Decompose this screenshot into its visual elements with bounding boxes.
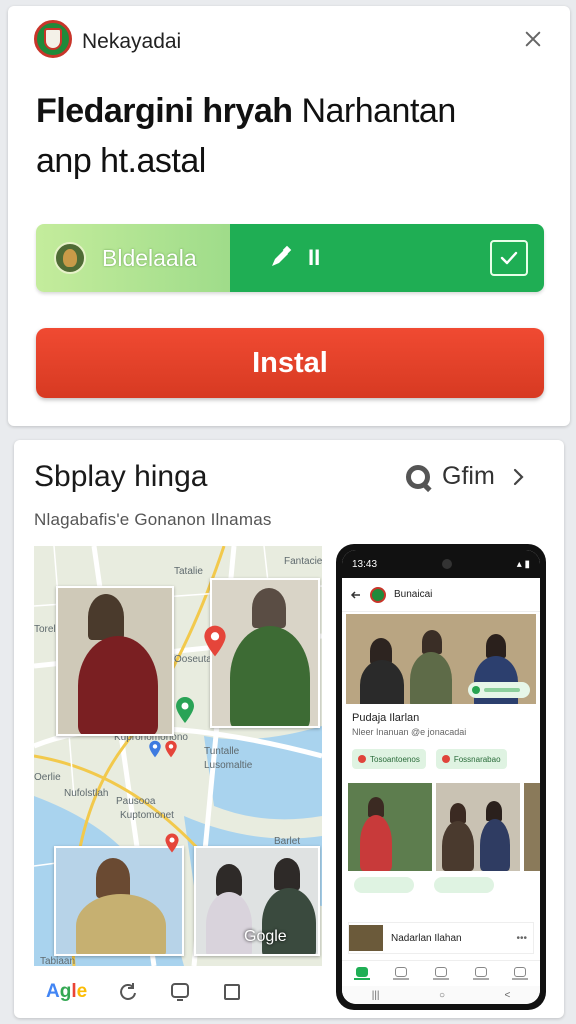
headline-rest: Narhantan <box>292 92 456 130</box>
confirm-checkbox[interactable] <box>490 240 528 276</box>
map-label: Fantacie <box>284 556 322 567</box>
photo-person-3 <box>54 846 184 956</box>
tab-messages[interactable] <box>472 967 489 980</box>
phone-tab-bar <box>342 960 540 986</box>
pin-icon <box>358 755 366 763</box>
status-time: 13:43 <box>352 558 378 570</box>
tabs-icon[interactable] <box>221 981 243 1003</box>
list-item-title: Nadarlan Ilahan <box>391 932 462 944</box>
pen-icon <box>272 245 292 266</box>
google-watermark: Gogle <box>244 928 287 945</box>
browser-bar: Agle <box>34 972 334 1012</box>
search-icon <box>406 464 430 489</box>
progress-tool[interactable]: II <box>266 244 320 272</box>
map-label: Tabiaan <box>40 956 76 966</box>
google-logo[interactable]: Agle <box>46 981 87 1003</box>
map-label: Torel <box>34 624 56 635</box>
tab-home[interactable] <box>353 967 370 980</box>
headline: Fledargini hryah Narhantan anp ht.astal <box>36 86 556 186</box>
map-pin-icon[interactable] <box>148 740 162 758</box>
more-icon[interactable]: ••• <box>516 933 533 944</box>
post-subtitle: Nleer Inanuan @e jonacadai <box>352 727 467 737</box>
progress-fill: Bldelaala <box>36 224 230 292</box>
shield-icon <box>434 967 447 977</box>
map-pin-icon[interactable] <box>174 696 196 724</box>
chip[interactable]: Fossnarabao <box>435 749 507 769</box>
post-title: Pudaja Ilarlan <box>352 712 420 724</box>
screenshots-card: Sbplay hinga Gfim Nlagabafis'e Gonanon I… <box>14 440 564 1018</box>
refresh-icon[interactable] <box>117 981 139 1003</box>
gallery-caption <box>354 877 414 893</box>
gallery-caption <box>434 877 494 893</box>
install-card: Nekayadai Fledargini hryah Narhantan anp… <box>8 6 570 426</box>
photo-gallery <box>348 783 540 901</box>
map-label: Pausooa <box>116 796 156 807</box>
back-button[interactable]: < <box>504 990 510 1001</box>
tab-saved[interactable] <box>432 967 449 980</box>
chat-icon[interactable] <box>169 981 191 1003</box>
headline-line2: anp ht.astal <box>36 142 206 180</box>
close-button[interactable] <box>518 24 548 54</box>
home-button[interactable]: ○ <box>439 990 445 1001</box>
phone-screenshot[interactable]: 13:43 ▴ ▮ Bunaicai Pudaja Ilarlan Nleer … <box>336 544 546 1010</box>
map-screenshot[interactable]: Tatalie Fantacie Torel Ooseuta Kupronomo… <box>34 546 322 966</box>
hero-photo[interactable] <box>346 614 536 704</box>
avatar <box>54 242 86 274</box>
close-icon <box>525 31 541 47</box>
install-button[interactable]: Instal <box>36 328 544 398</box>
tab-profile[interactable] <box>512 967 529 980</box>
checkmark-icon <box>500 251 518 265</box>
map-label: Nufolstlah <box>64 788 109 799</box>
map-label: Oerlie <box>34 772 61 783</box>
section-title: Sbplay hinga <box>34 460 208 493</box>
section-more-link[interactable]: Gfim <box>406 462 529 491</box>
chip[interactable]: Tosoantoenos <box>352 749 426 769</box>
signal-icon: ▴ ▮ <box>516 558 530 570</box>
chip-row: Tosoantoenos Fossnarabao <box>352 749 540 769</box>
progress-remaining: II <box>230 224 544 292</box>
camera-icon <box>441 559 452 569</box>
gallery-photo[interactable] <box>524 783 540 871</box>
section-subtitle: Nlagabafis'e Gonanon Ilnamas <box>34 510 272 529</box>
status-bar: 13:43 ▴ ▮ <box>342 550 540 578</box>
map-label: Kuptomonet <box>120 810 174 821</box>
tab-explore[interactable] <box>393 967 410 980</box>
phone-app-header: Bunaicai <box>342 578 540 612</box>
list-item[interactable]: Nadarlan Ilahan ••• <box>348 922 534 954</box>
map-pin-icon[interactable] <box>164 740 178 758</box>
app-logo-icon <box>34 20 72 58</box>
progress-label: Bldelaala <box>102 244 197 271</box>
gallery-photo[interactable] <box>436 783 520 871</box>
headline-bold: Fledargini hryah <box>36 92 293 130</box>
progress-tool-text: II <box>308 245 321 270</box>
map-pin-icon[interactable] <box>164 832 180 854</box>
map-pin-icon[interactable] <box>202 624 228 658</box>
phone-header-title: Bunaicai <box>394 589 433 600</box>
photo-person-1 <box>56 586 174 736</box>
explore-icon <box>395 967 408 977</box>
home-icon <box>355 967 368 977</box>
section-link-text: Gfim <box>442 462 495 490</box>
map-label: Lusomaltie <box>204 760 253 771</box>
phone-screen: 13:43 ▴ ▮ Bunaicai Pudaja Ilarlan Nleer … <box>342 550 540 1004</box>
person-icon <box>514 967 527 977</box>
map-label: Tatalie <box>174 566 203 577</box>
map-label: Tuntalle <box>204 746 240 757</box>
gallery-photo[interactable] <box>348 783 432 871</box>
list-thumbnail <box>349 925 383 951</box>
chevron-right-icon <box>513 468 524 485</box>
download-progress: Bldelaala II <box>36 224 544 292</box>
chat-icon <box>474 967 487 977</box>
system-nav-bar: ||| ○ < <box>342 986 540 1004</box>
pin-icon <box>441 755 450 763</box>
hero-badge <box>468 682 530 698</box>
app-name: Nekayadai <box>82 30 182 53</box>
recents-button[interactable]: ||| <box>372 990 380 1001</box>
back-arrow-icon[interactable] <box>350 589 362 601</box>
app-logo-icon <box>370 586 386 603</box>
